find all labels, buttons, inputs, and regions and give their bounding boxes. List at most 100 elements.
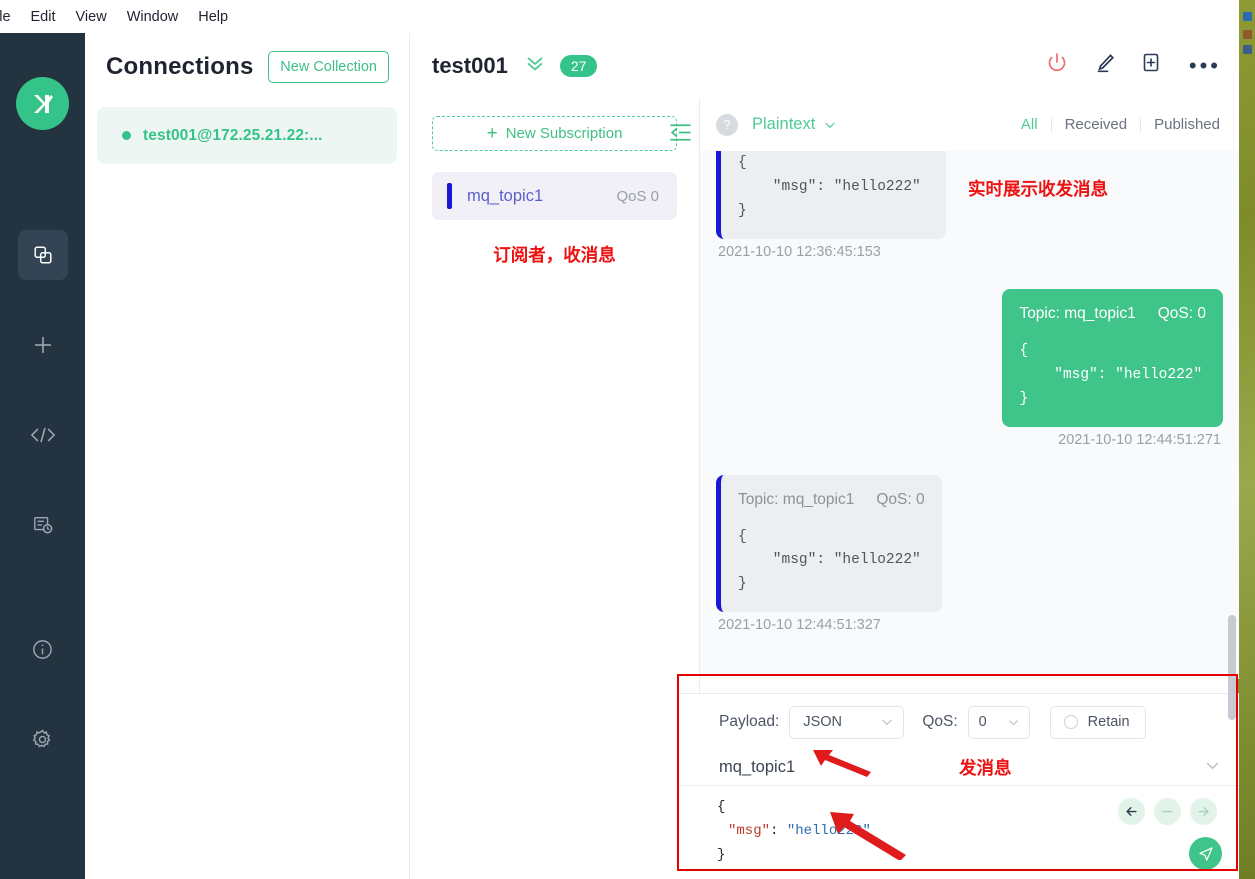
connection-label: test001@172.25.21.22:...	[143, 126, 323, 144]
tab-published[interactable]: Published	[1140, 117, 1233, 132]
message-payload: { "msg": "hello222" }	[738, 528, 921, 593]
message-qos: QoS: 0	[876, 490, 925, 508]
message-filter-tabs: All Received Published	[1008, 117, 1239, 132]
composer-options-row: Payload: JSON QoS: 0 Retain	[679, 694, 1239, 750]
chevron-double-down-icon[interactable]	[524, 52, 546, 79]
connections-panel: Connections New Collection test001@172.2…	[85, 33, 410, 879]
menu-item-view[interactable]: View	[66, 7, 117, 27]
message-qos: QoS: 0	[1157, 304, 1206, 322]
menu-item-edit[interactable]: Edit	[21, 7, 66, 27]
new-subscription-label: New Subscription	[505, 125, 623, 142]
qos-value: 0	[978, 714, 987, 730]
editor-brace-close: }	[717, 847, 726, 864]
retain-label: Retain	[1087, 714, 1130, 730]
payload-format-selector[interactable]: Plaintext	[752, 115, 837, 134]
retain-radio[interactable]	[1063, 715, 1078, 729]
message-payload: { "msg": "hello222" }	[1019, 342, 1203, 407]
chevron-down-icon	[825, 122, 835, 128]
message-topic: Topic: mq_topic1	[738, 490, 855, 508]
help-icon[interactable]: ?	[716, 113, 738, 136]
left-nav-rail	[0, 33, 85, 879]
message-row: Topic: mq_topic1 QoS: 0 { "msg": "hello2…	[700, 288, 1239, 448]
message-count-badge: 27	[559, 54, 598, 77]
rail-icon-list	[0, 230, 85, 804]
message-timestamp: 2021-10-10 12:44:51:327	[718, 617, 881, 634]
menu-item-help[interactable]: Help	[188, 7, 238, 27]
send-button[interactable]	[1189, 837, 1222, 870]
sidebar-item-about-info[interactable]	[18, 624, 68, 674]
message-payload: { "msg": "hello222" }	[738, 155, 921, 219]
messages-toolbar: ? Plaintext All Received Published	[700, 98, 1239, 151]
editor-brace-open: {	[717, 799, 726, 815]
conversation-header: test001 27 •••	[410, 33, 1239, 98]
desktop-icon	[1243, 12, 1252, 21]
message-timestamp: 2021-10-10 12:44:51:271	[1058, 431, 1221, 448]
connection-title: test001	[432, 52, 508, 78]
sidebar-item-connections[interactable]	[17, 230, 68, 280]
menu-item-window[interactable]: Window	[117, 7, 189, 27]
editor-nav-buttons	[1118, 798, 1217, 825]
payload-editor[interactable]: { "msg": "hello222" }	[679, 786, 1239, 876]
message-meta: Topic: mq_topic1 QoS: 0	[1019, 302, 1206, 326]
publish-composer: Payload: JSON QoS: 0 Retain mq_topic1 发消…	[679, 693, 1239, 879]
back-arrow-icon[interactable]	[1118, 798, 1145, 825]
chevron-down-icon	[1008, 719, 1018, 725]
topic-input[interactable]: mq_topic1	[719, 758, 795, 777]
desktop-icon	[1243, 45, 1252, 54]
chevron-down-icon[interactable]	[1204, 757, 1221, 779]
qos-select[interactable]: 0	[967, 705, 1030, 739]
tab-all[interactable]: All	[1008, 117, 1051, 132]
message-topic: Topic: mq_topic1	[1019, 304, 1136, 322]
new-collection-button[interactable]: New Collection	[268, 51, 389, 83]
menu-item-file[interactable]: ile	[0, 7, 21, 27]
topic-input-row[interactable]: mq_topic1 发消息	[679, 750, 1239, 786]
sidebar-item-script-code[interactable]	[18, 410, 68, 460]
retain-toggle[interactable]: Retain	[1049, 705, 1146, 739]
subscription-qos: QoS 0	[616, 187, 659, 205]
page-title: Connections	[106, 53, 254, 80]
annotation-live-messages: 实时展示收发消息	[968, 179, 1108, 199]
sidebar-item-log[interactable]	[18, 500, 68, 550]
more-icon[interactable]: •••	[1189, 54, 1221, 76]
collapse-panel-icon[interactable]	[668, 120, 693, 150]
connections-header: Connections New Collection	[85, 33, 409, 83]
message-list-scrollbar[interactable]	[1228, 615, 1236, 720]
subscription-topic: mq_topic1	[467, 186, 544, 205]
annotation-publish: 发消息	[959, 758, 1012, 778]
connection-list-item[interactable]: test001@172.25.21.22:...	[97, 107, 397, 164]
qos-label: QoS:	[922, 713, 958, 730]
chevron-down-icon	[882, 719, 892, 726]
new-subscription-button[interactable]: + New Subscription	[432, 116, 677, 151]
payload-label: Payload:	[719, 713, 780, 730]
power-icon[interactable]	[1045, 51, 1069, 80]
message-meta: Topic: mq_topic1 QoS: 0	[738, 488, 925, 512]
sidebar-item-new-connection[interactable]	[18, 320, 68, 370]
message-timestamp: 2021-10-10 12:36:45:153	[718, 243, 881, 260]
plus-icon: +	[486, 123, 498, 144]
tab-received[interactable]: Received	[1050, 117, 1141, 132]
subscription-list-item[interactable]: mq_topic1 QoS 0	[432, 172, 677, 220]
editor-json-value: "hello222"	[786, 823, 871, 840]
mqttx-window: ile Edit View Window Help	[0, 0, 1255, 879]
editor-colon: :	[770, 823, 787, 840]
new-window-icon[interactable]	[1141, 51, 1165, 80]
message-row: Topic: mq_topic1 QoS: 0 { "msg": "hello2…	[700, 474, 1239, 634]
message-row: { "msg": "hello222" } 2021-10-10 12:36:4…	[700, 151, 1239, 260]
payload-format-label: Plaintext	[752, 115, 816, 133]
message-bubble-received[interactable]: { "msg": "hello222" }	[716, 151, 946, 239]
subscription-color-bar	[447, 183, 452, 209]
message-bubble-received[interactable]: Topic: mq_topic1 QoS: 0 { "msg": "hello2…	[716, 474, 942, 613]
payload-type-select[interactable]: JSON	[789, 705, 905, 739]
forward-arrow-icon[interactable]	[1190, 798, 1217, 825]
connection-status-dot	[122, 131, 131, 140]
sidebar-item-settings[interactable]	[18, 714, 68, 764]
editor-json-key: "msg"	[728, 823, 771, 840]
message-bubble-published[interactable]: Topic: mq_topic1 QoS: 0 { "msg": "hello2…	[1002, 288, 1223, 427]
payload-type-value: JSON	[803, 714, 842, 730]
mqttx-logo	[16, 77, 69, 130]
annotation-subscriber: 订阅者，收消息	[493, 245, 616, 265]
subscriptions-panel: + New Subscription mq_topic1 QoS 0 订阅者，收…	[410, 98, 700, 879]
minus-icon[interactable]	[1154, 798, 1181, 825]
message-list[interactable]: { "msg": "hello222" } 2021-10-10 12:36:4…	[700, 151, 1239, 679]
edit-icon[interactable]	[1093, 51, 1117, 80]
